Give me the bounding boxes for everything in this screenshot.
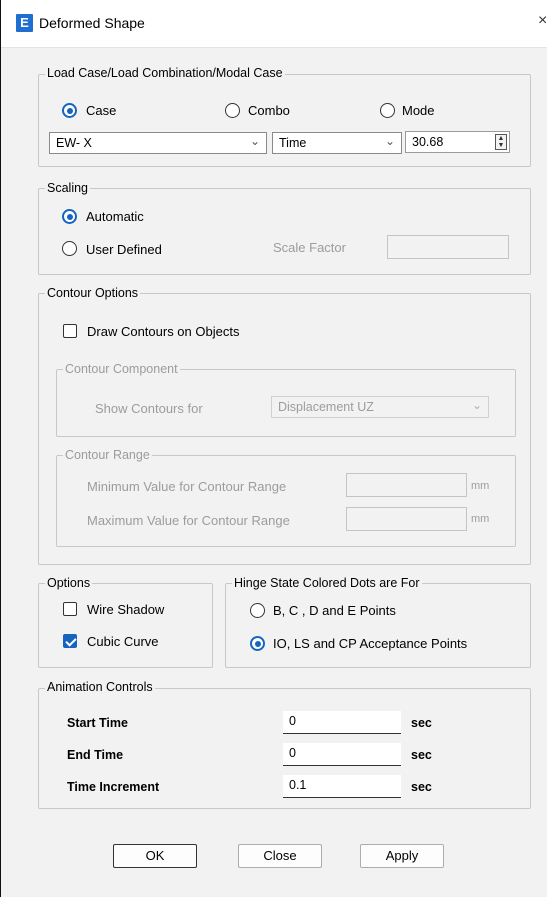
show-contours-for-label: Show Contours for — [95, 401, 203, 416]
combo-radio[interactable] — [225, 103, 240, 118]
draw-contours-label: Draw Contours on Objects — [87, 324, 240, 339]
max-contour-input[interactable] — [346, 507, 467, 531]
close-button[interactable]: Close — [238, 844, 322, 868]
end-time-input[interactable]: 0 — [283, 743, 401, 766]
min-contour-label: Minimum Value for Contour Range — [87, 479, 287, 494]
mode-radio-label: Mode — [402, 103, 435, 118]
contour-component-title: Contour Component — [63, 362, 180, 376]
scaling-group-title: Scaling — [45, 181, 90, 195]
step-spinner[interactable]: 30.68 ▲ ▼ — [405, 131, 510, 153]
automatic-radio[interactable] — [62, 209, 77, 224]
hinge-group — [225, 583, 531, 668]
user-defined-radio-label: User Defined — [86, 242, 162, 257]
spinner-arrows-icon[interactable]: ▲ ▼ — [495, 134, 507, 150]
cubic-curve-checkbox[interactable] — [63, 634, 77, 648]
ok-button[interactable]: OK — [113, 844, 197, 868]
contour-options-group-title: Contour Options — [45, 286, 141, 300]
window-title: Deformed Shape — [39, 15, 145, 31]
app-icon: E — [16, 14, 33, 32]
wire-shadow-checkbox[interactable] — [63, 602, 77, 616]
hinge-group-title: Hinge State Colored Dots are For — [232, 576, 422, 590]
mode-radio[interactable] — [380, 103, 395, 118]
chevron-down-icon: ⌄ — [384, 134, 395, 148]
end-time-unit: sec — [411, 748, 432, 762]
time-increment-label: Time Increment — [67, 780, 160, 794]
start-time-unit: sec — [411, 716, 432, 730]
io-ls-cp-label: IO, LS and CP Acceptance Points — [273, 636, 468, 651]
min-contour-unit: mm — [471, 480, 490, 492]
start-time-input[interactable]: 0 — [283, 711, 401, 734]
scale-factor-input[interactable] — [387, 235, 509, 259]
time-increment-unit: sec — [411, 780, 432, 794]
contour-component-select[interactable]: Displacement UZ ⌄ — [271, 396, 489, 418]
scaling-group — [38, 188, 531, 275]
draw-contours-checkbox[interactable] — [63, 324, 77, 338]
animation-controls-group-title: Animation Controls — [45, 680, 155, 694]
step-spinner-value: 30.68 — [412, 135, 444, 149]
load-case-group-title: Load Case/Load Combination/Modal Case — [45, 66, 285, 80]
deformed-shape-dialog: E Deformed Shape × Load Case/Load Combin… — [0, 0, 547, 897]
cubic-curve-label: Cubic Curve — [87, 634, 159, 649]
start-time-label: Start Time — [67, 716, 128, 730]
io-ls-cp-radio[interactable] — [250, 636, 265, 651]
min-contour-input[interactable] — [346, 473, 467, 497]
bcde-points-radio[interactable] — [250, 603, 265, 618]
chevron-down-icon: ⌄ — [249, 134, 260, 148]
max-contour-unit: mm — [471, 513, 490, 525]
case-select-value: EW- X — [56, 136, 92, 150]
time-increment-input[interactable]: 0.1 — [283, 775, 401, 798]
apply-button[interactable]: Apply — [360, 844, 444, 868]
user-defined-radio[interactable] — [62, 241, 77, 256]
contour-component-value: Displacement UZ — [278, 400, 374, 414]
time-select-value: Time — [279, 136, 307, 150]
chevron-down-icon: ⌄ — [471, 398, 482, 412]
case-select[interactable]: EW- X ⌄ — [49, 132, 267, 154]
scale-factor-label: Scale Factor — [273, 240, 346, 255]
case-radio[interactable] — [62, 103, 77, 118]
wire-shadow-label: Wire Shadow — [87, 602, 165, 617]
options-group-title: Options — [45, 576, 93, 590]
time-select[interactable]: Time ⌄ — [272, 132, 402, 154]
case-radio-label: Case — [86, 103, 117, 118]
title-bar: E Deformed Shape × — [1, 0, 547, 48]
contour-range-title: Contour Range — [63, 448, 152, 462]
bcde-points-label: B, C , D and E Points — [273, 603, 396, 618]
combo-radio-label: Combo — [248, 103, 290, 118]
contour-range-group — [56, 455, 516, 547]
max-contour-label: Maximum Value for Contour Range — [87, 513, 290, 528]
end-time-label: End Time — [67, 748, 124, 762]
close-icon[interactable]: × — [538, 12, 547, 30]
automatic-radio-label: Automatic — [86, 209, 144, 224]
options-group — [38, 583, 213, 668]
